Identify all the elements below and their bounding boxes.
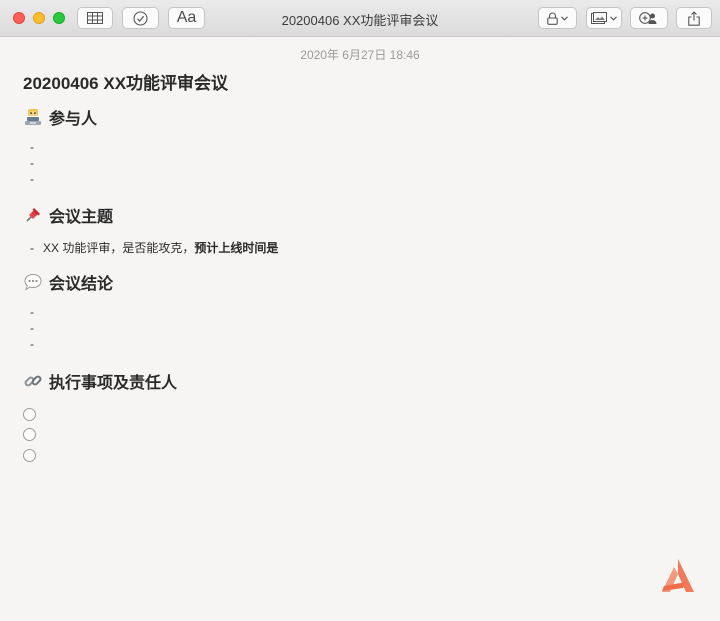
section-heading-label: 参与人 bbox=[49, 111, 98, 128]
section-heading-participants[interactable]: 参与人 bbox=[23, 105, 97, 129]
topic-text: XX 功能评审，是否能攻克， bbox=[43, 241, 195, 255]
note-title[interactable]: 20200406 XX功能评审会议 bbox=[23, 69, 228, 94]
chevron-down-icon bbox=[561, 15, 568, 21]
section-heading-label: 会议结论 bbox=[49, 276, 114, 293]
list-item[interactable]: - bbox=[30, 172, 34, 186]
window-title: 20200406 XX功能评审会议 bbox=[281, 13, 439, 28]
brand-logo-icon bbox=[662, 559, 694, 592]
add-people-button[interactable] bbox=[630, 7, 668, 29]
section-heading-label: 执行事项及责任人 bbox=[49, 375, 178, 392]
table-icon bbox=[87, 12, 103, 24]
section-heading-action-items[interactable]: 执行事项及责任人 bbox=[23, 369, 177, 393]
lock-icon bbox=[547, 12, 558, 25]
add-media-button[interactable] bbox=[586, 7, 622, 29]
title-bar: Aa 20200406 XX功能评审会议 bbox=[0, 0, 720, 37]
minimize-window-button[interactable] bbox=[33, 12, 45, 24]
list-item[interactable]: - bbox=[30, 140, 34, 154]
link-icon bbox=[24, 375, 42, 387]
note-body[interactable]: 2020年 6月27日 18:46 20200406 XX功能评审会议 参与人 … bbox=[0, 37, 720, 621]
share-button[interactable] bbox=[676, 7, 712, 29]
close-window-button[interactable] bbox=[13, 12, 25, 24]
chevron-down-icon bbox=[610, 15, 617, 21]
checklist-button[interactable] bbox=[122, 7, 159, 29]
photo-icon bbox=[591, 12, 607, 24]
checkmark-circle-icon bbox=[133, 10, 148, 26]
technologist-icon bbox=[25, 109, 41, 125]
lock-note-button[interactable] bbox=[538, 7, 577, 29]
list-item[interactable]: - bbox=[30, 156, 34, 170]
share-icon bbox=[688, 10, 700, 26]
table-button[interactable] bbox=[77, 7, 113, 29]
maximize-window-button[interactable] bbox=[53, 12, 65, 24]
format-button[interactable]: Aa bbox=[168, 7, 205, 29]
section-heading-topic[interactable]: 会议主题 bbox=[23, 203, 113, 227]
checklist-checkbox[interactable] bbox=[23, 408, 36, 421]
format-label: Aa bbox=[176, 9, 197, 26]
pushpin-icon bbox=[26, 208, 40, 222]
list-item[interactable]: - bbox=[30, 321, 34, 335]
checklist-checkbox[interactable] bbox=[23, 449, 36, 462]
add-people-icon bbox=[639, 12, 657, 24]
list-item[interactable]: - bbox=[30, 305, 34, 319]
note-timestamp: 2020年 6月27日 18:46 bbox=[300, 48, 420, 62]
speech-balloon-icon bbox=[24, 273, 42, 291]
list-bullet: - bbox=[30, 241, 34, 255]
list-item[interactable]: - bbox=[30, 337, 34, 351]
section-heading-label: 会议主题 bbox=[49, 209, 114, 226]
topic-list-item[interactable]: - XX 功能评审，是否能攻克，预计上线时间是 bbox=[30, 239, 278, 256]
checklist-checkbox[interactable] bbox=[23, 428, 36, 441]
section-heading-conclusion[interactable]: 会议结论 bbox=[23, 270, 113, 294]
notes-window: Aa 20200406 XX功能评审会议 2020年 6月27日 18:46 2… bbox=[0, 0, 720, 621]
topic-text-bold: 预计上线时间是 bbox=[194, 241, 279, 255]
